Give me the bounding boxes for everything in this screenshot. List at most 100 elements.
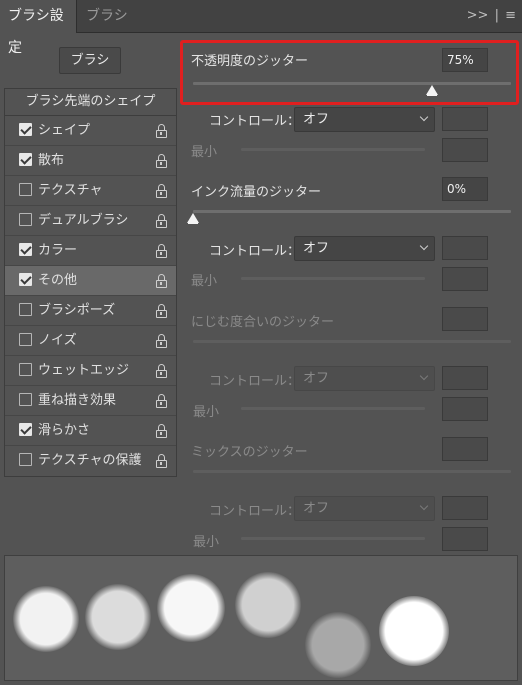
list-item[interactable]: ウェットエッジ [5,356,176,386]
chevron-down-icon [419,112,429,122]
opacity-min-label: 最小 [191,145,218,160]
list-item-label: デュアルブラシ [38,213,129,228]
brush-dab [85,584,151,650]
mix-min-track[interactable] [241,537,425,540]
chevron-down-icon [419,371,429,381]
list-item-label: 散布 [38,153,65,168]
mix-jitter-label: ミックスのジッター [191,445,308,460]
red-highlight-box [180,40,519,105]
opacity-control-value: オフ [303,112,330,127]
wet-control-select[interactable]: オフ [294,366,435,391]
lock-icon[interactable] [156,424,168,438]
brush-stroke-preview [4,555,518,681]
mix-jitter-value[interactable] [442,437,488,461]
list-item-label: ウェットエッジ [38,363,130,378]
lock-icon[interactable] [156,304,168,318]
chevron-down-icon [419,501,429,511]
checkbox[interactable] [19,213,32,226]
checkbox[interactable] [19,423,32,436]
wet-min-field[interactable] [442,397,488,421]
tab-bar: ブラシ設定 ブラシ >> | ≡ [0,0,522,56]
list-item-label: テクスチャの保護 [38,453,142,468]
flow-jitter-value[interactable]: 0% [442,177,488,201]
list-item[interactable]: テクスチャ [5,176,176,206]
brush-tip-shape-item[interactable]: ブラシ先端のシェイプ [5,89,176,116]
flow-control-field[interactable] [442,236,488,260]
flow-control-select[interactable]: オフ [294,236,435,261]
wet-jitter-label: にじむ度合いのジッター [191,315,335,330]
panel-menu: >> | ≡ [465,0,516,32]
brush-dab [13,586,79,652]
list-item-label: 重ね描き効果 [38,393,117,408]
list-item-label: テクスチャ [38,183,103,198]
flow-jitter-label: インク流量のジッター [191,185,322,200]
tab-brushes[interactable]: ブラシ [78,0,136,33]
checkbox[interactable] [19,363,32,376]
list-item[interactable]: ブラシポーズ [5,296,176,326]
list-item[interactable]: デュアルブラシ [5,206,176,236]
checkbox[interactable] [19,183,32,196]
mix-min-label: 最小 [193,535,220,550]
checkbox[interactable] [19,393,32,406]
lock-icon[interactable] [156,154,168,168]
flow-min-field[interactable] [442,267,488,291]
list-item[interactable]: ノイズ [5,326,176,356]
checkbox[interactable] [19,273,32,286]
mix-control-label: コントロール： [209,504,301,519]
flow-jitter-slider-thumb[interactable] [187,213,199,224]
wet-control-value: オフ [303,371,330,386]
wet-min-track[interactable] [241,407,425,410]
brushes-button[interactable]: ブラシ [59,47,121,74]
lock-icon[interactable] [156,214,168,228]
lock-icon[interactable] [156,364,168,378]
opacity-min-track[interactable] [241,148,425,151]
chevron-down-icon [419,241,429,251]
lock-icon[interactable] [156,334,168,348]
checkbox[interactable] [19,333,32,346]
list-item-label: カラー [38,243,78,258]
opacity-control-field[interactable] [442,107,488,131]
brush-dab [235,572,301,638]
mix-min-field[interactable] [442,527,488,551]
list-item[interactable]: 重ね描き効果 [5,386,176,416]
checkbox[interactable] [19,243,32,256]
opacity-min-field[interactable] [442,138,488,162]
list-item-label: シェイプ [38,123,91,138]
flow-control-label: コントロール： [209,244,301,259]
lock-icon[interactable] [156,454,168,468]
lock-icon[interactable] [156,124,168,138]
list-item[interactable]: 散布 [5,146,176,176]
wet-jitter-value[interactable] [442,307,488,331]
brush-dab [305,612,371,678]
checkbox[interactable] [19,453,32,466]
mix-control-value: オフ [303,501,330,516]
mix-control-field[interactable] [442,496,488,520]
checkbox[interactable] [19,303,32,316]
list-item[interactable]: シェイプ [5,116,176,146]
tab-brush-settings[interactable]: ブラシ設定 [0,0,77,56]
opacity-control-select[interactable]: オフ [294,107,435,132]
list-item[interactable]: テクスチャの保護 [5,446,176,476]
checkbox[interactable] [19,153,32,166]
list-item[interactable]: その他 [5,266,176,296]
list-item-label: ノイズ [38,333,77,348]
divider: | [494,8,499,23]
wet-jitter-track[interactable] [193,340,511,343]
lock-icon[interactable] [156,244,168,258]
lock-icon[interactable] [156,394,168,408]
flow-jitter-track[interactable] [193,210,511,213]
wet-control-field[interactable] [442,366,488,390]
checkbox[interactable] [19,123,32,136]
list-item-label: 滑らかさ [38,423,91,438]
mix-jitter-track[interactable] [193,470,511,473]
mix-control-select[interactable]: オフ [294,496,435,521]
flow-min-track[interactable] [241,277,425,280]
wet-control-label: コントロール： [209,374,301,389]
lock-icon[interactable] [156,274,168,288]
menu-icon[interactable]: ≡ [505,8,516,23]
collapse-icon[interactable]: >> [467,8,489,23]
list-item[interactable]: 滑らかさ [5,416,176,446]
list-item[interactable]: カラー [5,236,176,266]
list-item-label: その他 [38,273,78,288]
lock-icon[interactable] [156,184,168,198]
